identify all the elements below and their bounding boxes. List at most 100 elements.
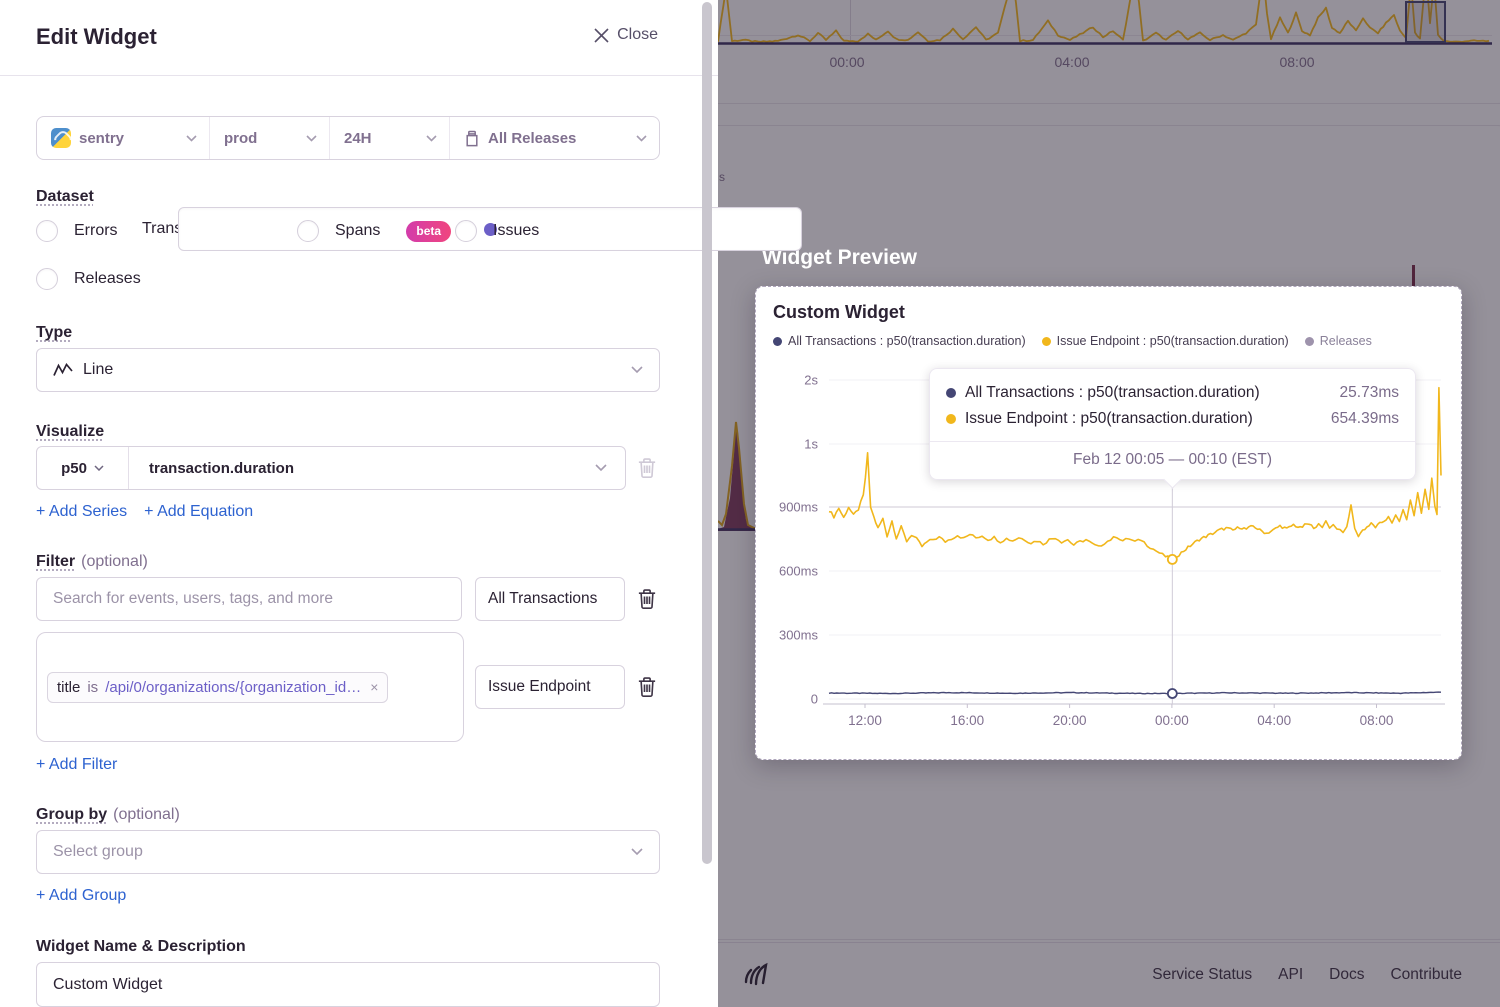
tooltip-dot-yellow bbox=[946, 414, 956, 424]
radio-label: Releases bbox=[74, 270, 141, 288]
chevron-down-icon bbox=[595, 464, 607, 472]
close-icon bbox=[594, 28, 609, 43]
search-placeholder: Search for events, users, tags, and more bbox=[53, 590, 333, 608]
edit-widget-drawer: Edit Widget Close sentry prod 24H bbox=[0, 0, 718, 1007]
filter-optional-text: (optional) bbox=[81, 553, 148, 570]
dataset-label: Dataset bbox=[36, 188, 94, 206]
add-filter-link[interactable]: + Add Filter bbox=[36, 756, 117, 774]
python-project-icon bbox=[51, 128, 71, 148]
drawer-title: Edit Widget bbox=[36, 24, 157, 50]
field-select[interactable]: transaction.duration bbox=[129, 447, 625, 489]
releases-filter-value: All Releases bbox=[488, 130, 576, 147]
radio-icon bbox=[36, 268, 58, 290]
type-select[interactable]: Line bbox=[36, 348, 660, 392]
svg-text:0: 0 bbox=[811, 692, 818, 707]
close-label: Close bbox=[617, 26, 658, 44]
svg-text:900ms: 900ms bbox=[779, 500, 819, 515]
svg-text:600ms: 600ms bbox=[779, 564, 819, 579]
beta-badge: beta bbox=[406, 221, 451, 242]
aggregate-value: p50 bbox=[61, 460, 87, 477]
delete-filter-trash-icon[interactable] bbox=[637, 588, 657, 610]
dashboard-background-pane: 00:00 04:00 08:00 s Service Status API D… bbox=[718, 0, 1500, 1007]
svg-text:300ms: 300ms bbox=[779, 628, 819, 643]
visualize-label: Visualize bbox=[36, 423, 104, 441]
field-value: transaction.duration bbox=[149, 460, 294, 477]
svg-text:20:00: 20:00 bbox=[1053, 713, 1087, 728]
tooltip-series-value: 25.73ms bbox=[1340, 384, 1399, 402]
add-group-link[interactable]: + Add Group bbox=[36, 887, 126, 905]
token-key: title bbox=[57, 679, 80, 696]
svg-text:2s: 2s bbox=[804, 373, 818, 388]
delete-filter-trash-icon[interactable] bbox=[637, 676, 657, 698]
delete-series-trash-icon bbox=[637, 457, 657, 479]
dataset-option-transactions[interactable]: Transactions bbox=[142, 220, 233, 238]
dataset-option-spans[interactable]: Spans beta bbox=[297, 220, 451, 242]
chevron-down-icon bbox=[94, 465, 104, 471]
chevron-down-icon bbox=[631, 848, 643, 856]
tooltip-row-all-transactions: All Transactions : p50(transaction.durat… bbox=[946, 380, 1399, 406]
filter-token[interactable]: title is /api/0/organizations/{organizat… bbox=[47, 672, 388, 703]
token-value: /api/0/organizations/{organization_id… bbox=[105, 679, 361, 696]
chevron-down-icon bbox=[186, 135, 197, 142]
filter-query-input[interactable]: title is /api/0/organizations/{organizat… bbox=[36, 632, 464, 742]
date-range-filter[interactable]: 24H bbox=[329, 117, 449, 159]
chevron-down-icon bbox=[636, 135, 647, 142]
release-icon bbox=[464, 130, 480, 147]
drawer-scrollbar[interactable] bbox=[702, 2, 712, 864]
alias-value: All Transactions bbox=[488, 590, 597, 608]
alias-value: Issue Endpoint bbox=[488, 678, 591, 696]
environment-filter-value: prod bbox=[224, 130, 257, 147]
widget-preview-card: Custom Widget All Transactions : p50(tra… bbox=[755, 286, 1462, 760]
group-by-placeholder: Select group bbox=[53, 843, 143, 861]
tooltip-dot-navy bbox=[946, 388, 956, 398]
svg-text:1s: 1s bbox=[804, 437, 818, 452]
type-label: Type bbox=[36, 324, 72, 342]
close-button[interactable]: Close bbox=[594, 26, 658, 44]
chevron-down-icon bbox=[306, 135, 317, 142]
radio-icon bbox=[36, 220, 58, 242]
dataset-option-releases[interactable]: Releases bbox=[36, 268, 141, 290]
radio-label: Spans bbox=[335, 222, 380, 240]
token-operator: is bbox=[87, 679, 98, 696]
aggregate-select[interactable]: p50 bbox=[37, 447, 129, 489]
releases-filter[interactable]: All Releases bbox=[449, 117, 659, 159]
radio-label: Issues bbox=[493, 222, 539, 240]
preview-line-chart[interactable]: 0 300ms 600ms 900ms 1s 2s 12:00 16:00 20:00 00:00… bbox=[756, 287, 1461, 759]
chevron-down-icon bbox=[426, 135, 437, 142]
radio-icon bbox=[455, 220, 477, 242]
drawer-header: Edit Widget Close bbox=[0, 0, 718, 76]
svg-text:08:00: 08:00 bbox=[1360, 713, 1394, 728]
group-by-label: Group by (optional) bbox=[36, 806, 180, 824]
add-series-link[interactable]: + Add Series bbox=[36, 503, 127, 521]
group-by-optional-text: (optional) bbox=[113, 806, 180, 823]
filter-search-input[interactable]: Search for events, users, tags, and more bbox=[36, 577, 462, 621]
group-by-label-text: Group by bbox=[36, 806, 107, 823]
filter-alias-issue-endpoint[interactable]: Issue Endpoint bbox=[475, 665, 625, 709]
project-filter[interactable]: sentry bbox=[37, 117, 209, 159]
svg-text:00:00: 00:00 bbox=[1155, 713, 1189, 728]
chevron-down-icon bbox=[631, 366, 643, 374]
svg-text:16:00: 16:00 bbox=[950, 713, 984, 728]
token-remove-icon[interactable]: × bbox=[368, 679, 378, 695]
visualize-control: p50 transaction.duration bbox=[36, 446, 626, 490]
svg-text:12:00: 12:00 bbox=[848, 713, 882, 728]
type-select-value: Line bbox=[83, 361, 113, 379]
dataset-option-errors[interactable]: Errors bbox=[36, 220, 118, 242]
environment-filter[interactable]: prod bbox=[209, 117, 329, 159]
svg-text:04:00: 04:00 bbox=[1257, 713, 1291, 728]
widget-name-label: Widget Name & Description bbox=[36, 938, 246, 956]
add-equation-link[interactable]: + Add Equation bbox=[144, 503, 253, 521]
radio-label: Errors bbox=[74, 222, 118, 240]
group-by-select[interactable]: Select group bbox=[36, 830, 660, 874]
date-range-filter-value: 24H bbox=[344, 130, 372, 147]
dataset-option-issues[interactable]: Issues bbox=[455, 220, 539, 242]
tooltip-series-label: Issue Endpoint : p50(transaction.duratio… bbox=[965, 410, 1253, 428]
project-filter-value: sentry bbox=[79, 130, 124, 147]
widget-name-value: Custom Widget bbox=[53, 976, 162, 994]
filter-alias-all-transactions[interactable]: All Transactions bbox=[475, 577, 625, 621]
chart-tooltip: All Transactions : p50(transaction.durat… bbox=[929, 368, 1416, 480]
widget-name-input[interactable]: Custom Widget bbox=[36, 962, 660, 1007]
line-chart-icon bbox=[53, 363, 73, 377]
filter-label: Filter (optional) bbox=[36, 553, 148, 571]
filter-label-text: Filter bbox=[36, 553, 75, 570]
